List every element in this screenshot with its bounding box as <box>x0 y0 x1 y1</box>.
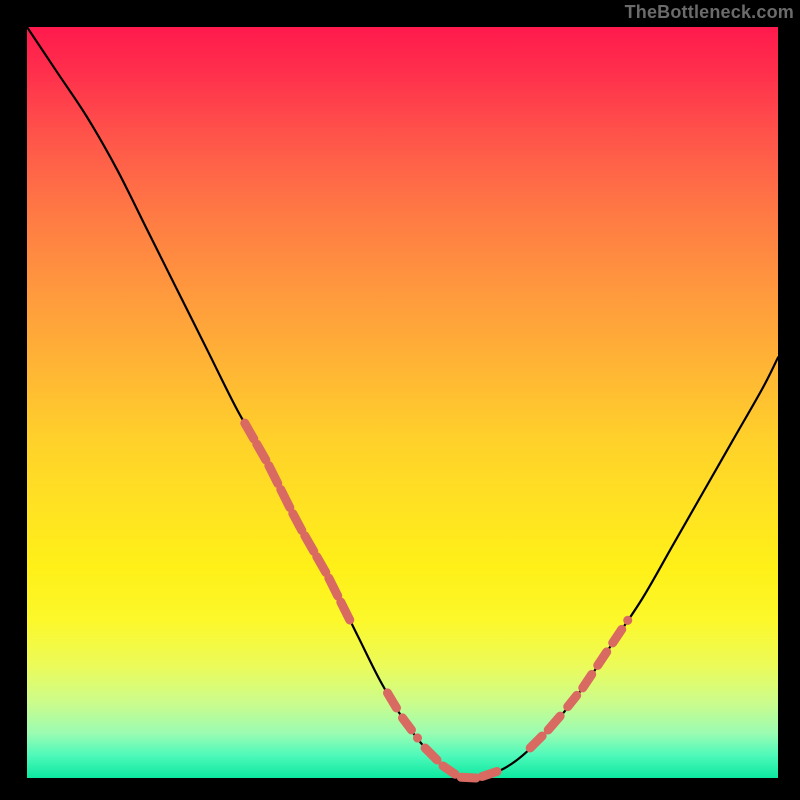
bottleneck-curve <box>27 27 778 779</box>
curve-highlight-dash <box>548 716 560 730</box>
curve-highlight-dash <box>598 652 607 666</box>
curve-highlight-dash <box>482 772 497 777</box>
chart-frame: TheBottleneck.com <box>0 0 800 800</box>
curve-highlight-dash <box>402 718 411 730</box>
curve-highlight-dash <box>305 536 314 552</box>
curve-highlight-dash <box>281 490 290 508</box>
curve-highlight-dash <box>269 466 278 484</box>
curve-highlight-dash <box>329 578 338 596</box>
curve-highlight-group <box>245 423 628 778</box>
curve-highlight-dash <box>443 766 455 774</box>
curve-highlight-dash <box>613 629 622 643</box>
curve-highlight-dash <box>341 602 350 620</box>
curve-highlight-dash <box>257 444 266 460</box>
watermark-text: TheBottleneck.com <box>625 2 794 23</box>
curve-highlight-dash <box>568 695 577 706</box>
curve-highlight-dash <box>530 736 542 748</box>
curve-highlight-dash <box>461 777 476 778</box>
curve-highlight-dash <box>317 557 326 573</box>
curve-highlight-dash <box>425 748 437 760</box>
chart-curve-layer <box>0 0 800 800</box>
curve-highlight-dash <box>387 693 396 708</box>
curve-highlight-dash <box>245 423 254 439</box>
curve-highlight-dash <box>293 514 302 531</box>
curve-highlight-dash <box>583 674 592 687</box>
